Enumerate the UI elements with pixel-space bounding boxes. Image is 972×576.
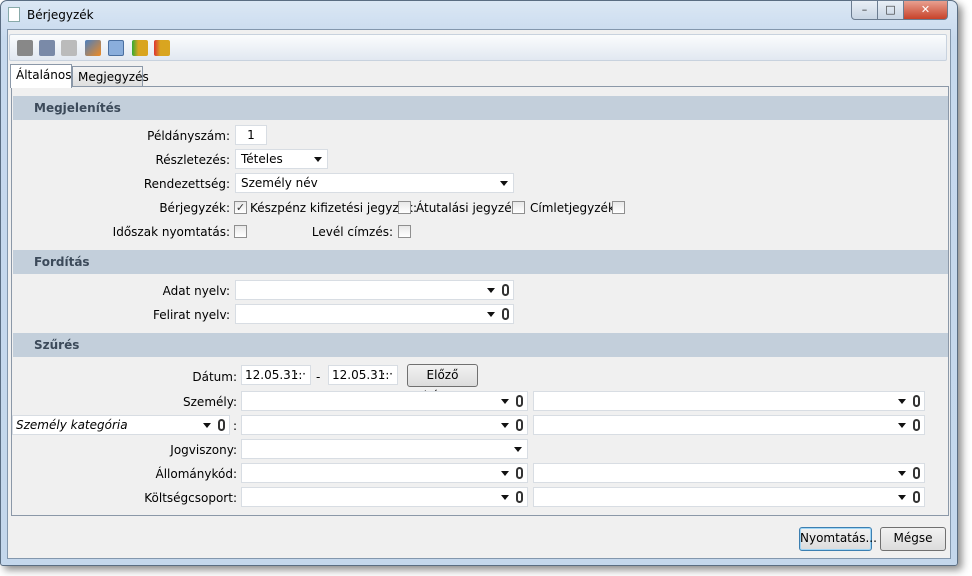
paperclip-icon[interactable] — [502, 308, 509, 320]
relation-select[interactable] — [241, 439, 528, 459]
chevron-down-icon — [500, 181, 508, 186]
caption-language-label: Felirat nyelv: — [152, 308, 230, 322]
chevron-down-icon — [501, 495, 509, 500]
caption-language-select[interactable] — [235, 304, 514, 324]
transfer-label: Átutalási jegyzék: — [416, 201, 523, 215]
previous-month-button[interactable]: Előző hónap — [407, 364, 478, 403]
period-print-label: Időszak nyomtatás: — [112, 225, 230, 239]
data-language-label: Adat nyelv: — [162, 284, 230, 298]
paperclip-icon[interactable] — [218, 419, 225, 431]
cash-checkbox[interactable] — [398, 201, 411, 214]
denomination-label: Címletjegyzék: — [530, 201, 619, 215]
detail-select[interactable]: Tételes — [235, 149, 328, 169]
date-range-dash: - — [316, 370, 321, 384]
tab-altalanos[interactable]: Általános — [10, 64, 72, 88]
chevron-down-icon — [487, 312, 495, 317]
relation-label: Jogviszony: — [170, 443, 237, 457]
category-select-from[interactable] — [241, 415, 528, 435]
print-setup-icon[interactable] — [39, 40, 55, 56]
close-button[interactable]: ✕ — [903, 0, 948, 20]
detail-value: Tételes — [241, 152, 283, 166]
paperclip-icon[interactable] — [913, 419, 920, 431]
printer-icon[interactable] — [17, 40, 33, 56]
section-header-display: Megjelenítés — [13, 96, 948, 120]
chevron-down-icon — [487, 288, 495, 293]
denomination-checkbox[interactable] — [612, 201, 625, 214]
paperclip-icon[interactable] — [516, 419, 523, 431]
sort-label: Rendezettség: — [143, 177, 230, 191]
cost-group-select-to[interactable] — [533, 487, 925, 507]
category-select-to[interactable] — [533, 415, 925, 435]
paperclip-icon[interactable] — [913, 491, 920, 503]
transfer-checkbox[interactable] — [512, 201, 525, 214]
payslip-checkbox[interactable]: ✓ — [234, 201, 247, 214]
chevron-down-icon — [203, 423, 211, 428]
staff-code-label: Állománykód: — [155, 467, 238, 481]
staff-code-select-to[interactable] — [533, 463, 925, 483]
tab-megjegyzes[interactable]: Megjegyzés — [72, 66, 149, 88]
window-title: Bérjegyzék — [27, 8, 94, 22]
person-category-select[interactable]: Személy kategória — [12, 415, 230, 435]
paperclip-icon[interactable] — [516, 467, 523, 479]
paperclip-icon[interactable] — [913, 467, 920, 479]
paperclip-icon[interactable] — [516, 395, 523, 407]
date-from-input[interactable]: 12.05.31. ··· — [241, 365, 311, 385]
person-select-from[interactable] — [241, 391, 528, 411]
calculator-icon[interactable] — [108, 40, 124, 56]
paperclip-icon[interactable] — [913, 395, 920, 407]
chevron-down-icon — [898, 399, 906, 404]
staff-code-select-from[interactable] — [241, 463, 528, 483]
chevron-down-icon — [501, 471, 509, 476]
print-button[interactable]: Nyomtatás... — [799, 527, 877, 551]
chevron-down-icon — [898, 495, 906, 500]
cost-group-label: Költségcsoport: — [144, 491, 237, 505]
person-select-to[interactable] — [533, 391, 925, 411]
period-print-checkbox[interactable] — [234, 225, 247, 238]
paperclip-icon[interactable] — [502, 284, 509, 296]
chevron-down-icon — [514, 447, 522, 452]
section-header-filter: Szűrés — [13, 333, 948, 357]
database-import-icon[interactable] — [132, 40, 148, 56]
sort-select[interactable]: Személy név — [235, 173, 514, 193]
data-language-select[interactable] — [235, 280, 514, 300]
minimize-button[interactable]: – — [851, 0, 878, 20]
person-label: Személy: — [183, 395, 237, 409]
date-to-input[interactable]: 12.05.31. ··· — [328, 365, 398, 385]
section-header-translation: Fordítás — [13, 250, 948, 274]
date-label: Dátum: — [192, 370, 237, 384]
chevron-down-icon — [898, 471, 906, 476]
letter-address-checkbox[interactable] — [398, 225, 411, 238]
cost-group-select-from[interactable] — [241, 487, 528, 507]
letter-address-label: Levél címzés: — [311, 225, 393, 239]
sort-value: Személy név — [241, 176, 318, 190]
paperclip-icon[interactable] — [516, 491, 523, 503]
copies-input[interactable]: 1 — [235, 125, 267, 145]
edit-icon[interactable] — [85, 40, 101, 56]
cancel-button[interactable]: Mégse — [880, 527, 946, 551]
person-category-value: Személy kategória — [16, 418, 128, 432]
maximize-button[interactable]: □ — [877, 0, 904, 20]
chevron-down-icon — [314, 157, 322, 162]
document-icon — [8, 7, 20, 22]
date-picker-button[interactable]: ··· — [382, 367, 393, 381]
cash-label: Készpénz kifizetési jegyzék: — [250, 201, 418, 215]
copy-icon[interactable] — [61, 40, 77, 56]
payslip-label: Bérjegyzék: — [159, 201, 230, 215]
toolbar — [9, 34, 947, 61]
chevron-down-icon — [501, 399, 509, 404]
date-picker-button[interactable]: ··· — [295, 367, 306, 381]
copies-label: Példányszám: — [147, 129, 230, 143]
chevron-down-icon — [501, 423, 509, 428]
chevron-down-icon — [898, 423, 906, 428]
category-colon: : — [233, 419, 238, 433]
database-export-icon[interactable] — [154, 40, 170, 56]
detail-label: Részletezés: — [155, 153, 230, 167]
